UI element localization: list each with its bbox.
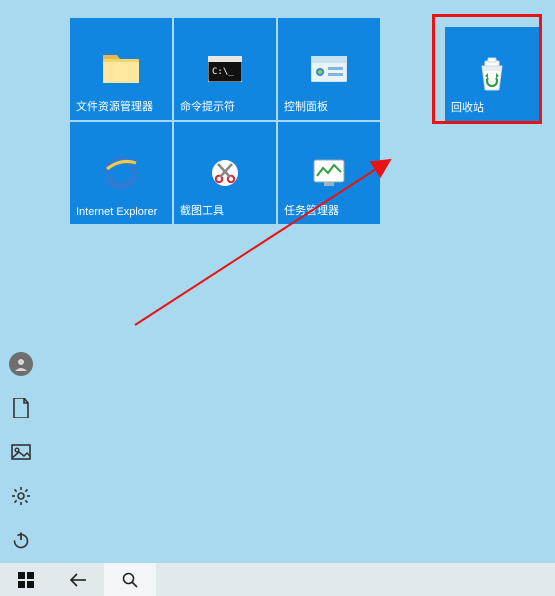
tile-file-explorer[interactable]: 文件资源管理器	[70, 18, 172, 120]
start-button[interactable]	[0, 563, 52, 596]
start-left-rail	[0, 351, 42, 563]
tile-cmd[interactable]: C:\_ 命令提示符	[174, 18, 276, 120]
tile-label: Internet Explorer	[76, 206, 157, 218]
scissors-icon	[209, 143, 241, 203]
folder-icon	[103, 39, 139, 99]
documents-button[interactable]	[8, 395, 34, 421]
tile-ie[interactable]: Internet Explorer	[70, 122, 172, 224]
tile-taskmgr[interactable]: 任务管理器	[278, 122, 380, 224]
settings-button[interactable]	[8, 483, 34, 509]
svg-text:C:\_: C:\_	[212, 67, 234, 77]
user-account-button[interactable]	[8, 351, 34, 377]
cmd-icon: C:\_	[208, 39, 242, 99]
taskmgr-icon	[312, 143, 346, 203]
taskbar	[0, 563, 555, 596]
search-button[interactable]	[104, 563, 156, 596]
tile-label: 任务管理器	[284, 202, 339, 218]
pictures-button[interactable]	[8, 439, 34, 465]
arrow-left-icon	[68, 572, 88, 588]
annotation-highlight-box: 回收站	[432, 14, 542, 124]
document-icon	[12, 398, 30, 418]
control-panel-icon	[311, 39, 347, 99]
ie-icon	[103, 143, 139, 203]
windows-icon	[18, 572, 34, 588]
tile-recycle-bin[interactable]: 回收站	[445, 27, 539, 121]
search-icon	[122, 572, 138, 588]
tile-label: 回收站	[451, 99, 484, 115]
picture-icon	[11, 444, 31, 460]
start-tiles-grid: 文件资源管理器 C:\_ 命令提示符 控制面板	[70, 18, 380, 224]
tile-label: 截图工具	[180, 202, 224, 218]
tile-label: 控制面板	[284, 98, 328, 114]
gear-icon	[11, 486, 31, 506]
recycle-bin-icon	[477, 57, 507, 91]
power-icon	[12, 531, 30, 549]
user-icon	[9, 352, 33, 376]
power-button[interactable]	[8, 527, 34, 553]
tile-control-panel[interactable]: 控制面板	[278, 18, 380, 120]
tile-label: 命令提示符	[180, 98, 235, 114]
tile-label: 文件资源管理器	[76, 98, 153, 114]
tile-snip[interactable]: 截图工具	[174, 122, 276, 224]
back-button[interactable]	[52, 563, 104, 596]
